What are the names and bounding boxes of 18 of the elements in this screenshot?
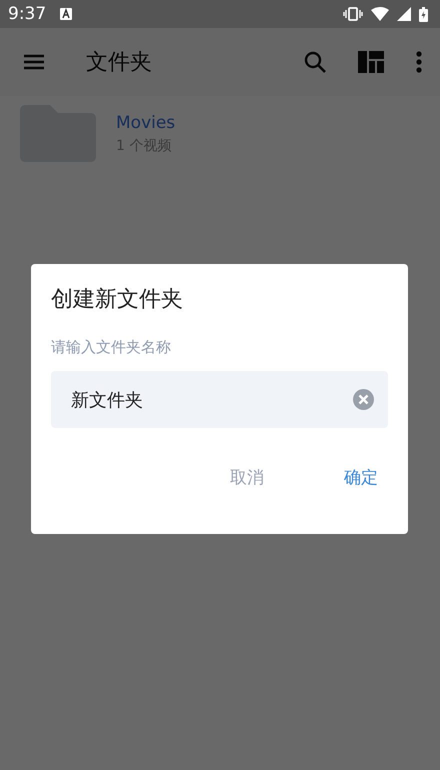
more-icon[interactable] — [416, 51, 422, 73]
status-time: 9:37 — [8, 4, 46, 24]
wifi-icon — [371, 7, 389, 21]
folder-name: Movies — [116, 112, 176, 132]
field-label: 请输入文件夹名称 — [51, 338, 171, 357]
cancel-button[interactable]: 取消 — [220, 460, 274, 495]
battery-icon — [419, 6, 428, 22]
input-field[interactable]: 新文件夹 — [51, 371, 388, 428]
signal-icon — [397, 7, 411, 21]
menu-icon[interactable] — [24, 54, 44, 70]
dialog-title: 创建新文件夹 — [51, 286, 183, 314]
clear-icon[interactable] — [353, 389, 374, 410]
confirm-button[interactable]: 确定 — [334, 460, 388, 495]
search-icon[interactable] — [304, 51, 326, 73]
vibrate-icon — [343, 7, 363, 21]
app-title: 文件夹 — [86, 49, 152, 77]
notification-icon — [60, 8, 72, 20]
layout-icon[interactable] — [358, 51, 384, 73]
